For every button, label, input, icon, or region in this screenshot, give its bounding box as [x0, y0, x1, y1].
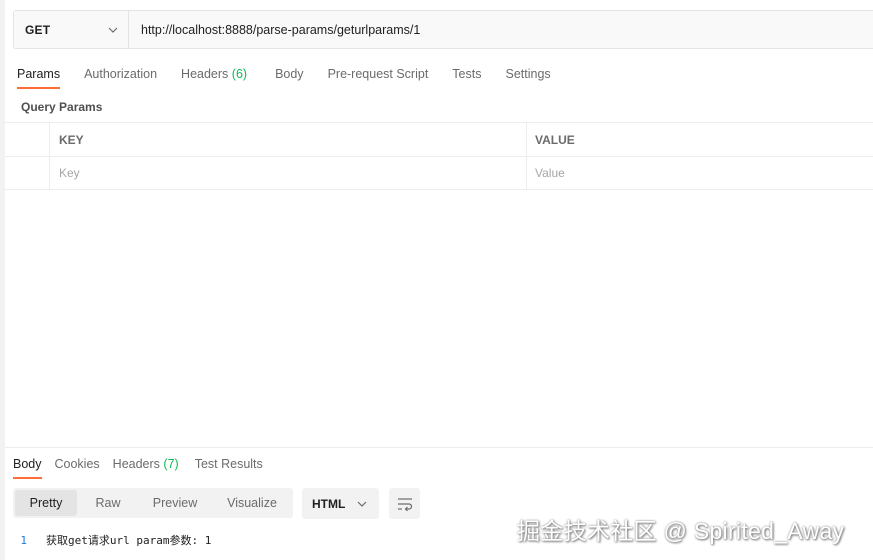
format-label: HTML [312, 496, 346, 511]
tab-response-body-label: Body [13, 457, 42, 471]
table-row: Key Value [5, 156, 873, 189]
response-divider[interactable] [5, 447, 873, 448]
tab-tests-label: Tests [452, 67, 482, 81]
left-edge-panel [0, 0, 5, 560]
response-tabs: Body Cookies Headers (7) Test Results [13, 457, 276, 479]
tab-authorization[interactable]: Authorization [84, 67, 157, 81]
table-header-row: KEY VALUE [5, 123, 873, 157]
response-format-select[interactable]: HTML [302, 488, 379, 519]
url-text: http://localhost:8888/parse-params/getur… [141, 22, 421, 37]
key-column-header: KEY [50, 123, 527, 156]
tab-pre-request-script-label: Pre-request Script [327, 67, 429, 81]
line-number: 1 [20, 533, 27, 547]
wrap-lines-button[interactable] [389, 488, 420, 519]
tab-tests[interactable]: Tests [452, 67, 481, 81]
query-params-table: KEY VALUE Key Value [5, 122, 873, 190]
chevron-down-icon [357, 501, 367, 507]
tab-params[interactable]: Params [17, 67, 61, 89]
tab-params-label: Params [17, 67, 61, 81]
tab-response-headers-label: Headers [112, 457, 160, 471]
tab-authorization-label: Authorization [84, 67, 158, 81]
query-params-title: Query Params [21, 100, 103, 114]
response-code-line: 1 获取get请求url param参数: 1 [0, 532, 211, 548]
view-pretty-button[interactable]: Pretty [15, 490, 77, 516]
view-preview-button[interactable]: Preview [139, 490, 211, 516]
view-raw-button[interactable]: Raw [77, 490, 139, 516]
chevron-down-icon [108, 27, 118, 33]
row-checkbox-cell [5, 156, 50, 189]
request-tabs: Params Authorization Headers (6) Body Pr… [17, 67, 575, 89]
value-input[interactable]: Value [527, 156, 873, 189]
tab-body-label: Body [275, 67, 304, 81]
wrap-lines-icon [397, 497, 412, 511]
tab-test-results-label: Test Results [194, 457, 263, 471]
tab-settings[interactable]: Settings [505, 67, 550, 81]
response-view-mode-group: Pretty Raw Preview Visualize [13, 488, 293, 518]
tab-response-body[interactable]: Body [13, 457, 42, 479]
tab-body[interactable]: Body [275, 67, 304, 81]
tab-response-headers[interactable]: Headers (7) [113, 457, 179, 471]
view-visualize-button[interactable]: Visualize [211, 490, 293, 516]
tab-cookies[interactable]: Cookies [55, 457, 100, 471]
tab-headers[interactable]: Headers (6) [181, 67, 247, 81]
tab-headers-label: Headers [181, 67, 229, 81]
key-input[interactable]: Key [50, 156, 527, 189]
tab-cookies-label: Cookies [54, 457, 100, 471]
tab-test-results[interactable]: Test Results [195, 457, 263, 471]
method-label: GET [25, 22, 51, 37]
checkbox-column-header [5, 123, 50, 156]
url-input[interactable]: http://localhost:8888/parse-params/getur… [129, 11, 873, 48]
watermark: 掘金技术社区 @ Spirited_Away [517, 518, 845, 544]
tab-pre-request-script[interactable]: Pre-request Script [328, 67, 429, 81]
response-headers-count-badge: (7) [163, 457, 179, 471]
tab-settings-label: Settings [505, 67, 551, 81]
response-body-text: 获取get请求url param参数: 1 [46, 534, 212, 547]
method-select[interactable]: GET [14, 11, 129, 48]
value-column-header: VALUE [535, 132, 575, 147]
request-url-bar: GET http://localhost:8888/parse-params/g… [13, 10, 873, 49]
headers-count-badge: (6) [231, 67, 248, 81]
